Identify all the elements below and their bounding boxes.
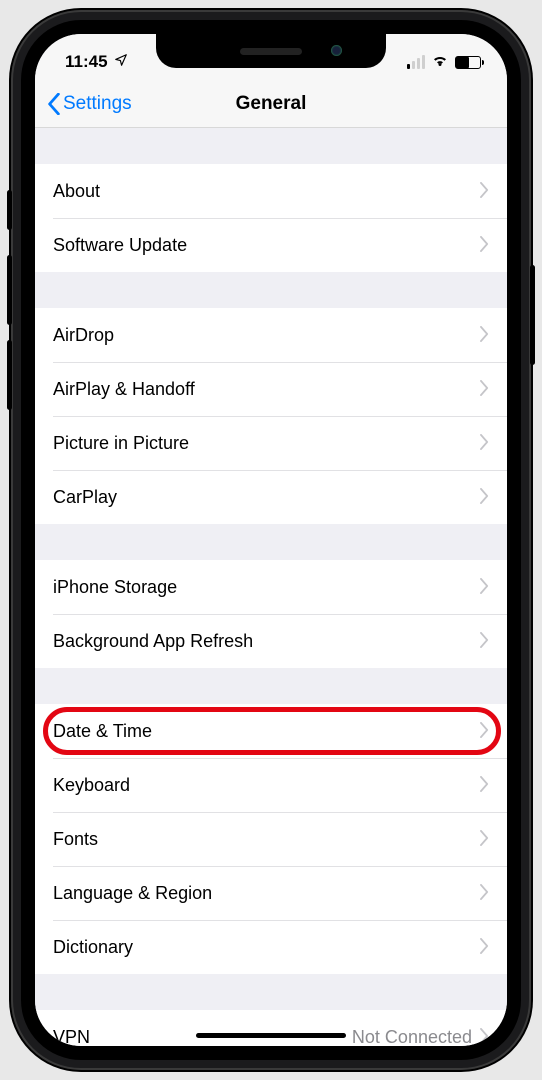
row-label: Background App Refresh xyxy=(53,631,253,652)
row-label: Fonts xyxy=(53,829,98,850)
mute-switch xyxy=(7,190,12,230)
cellular-signal-icon xyxy=(407,55,425,69)
chevron-right-icon xyxy=(480,628,489,654)
row-label: iPhone Storage xyxy=(53,577,177,598)
notch xyxy=(156,34,386,68)
battery-icon xyxy=(455,56,481,69)
settings-group: VPN Not Connected xyxy=(35,1010,507,1046)
chevron-right-icon xyxy=(480,430,489,456)
power-button xyxy=(530,265,535,365)
chevron-right-icon xyxy=(480,322,489,348)
location-icon xyxy=(114,52,128,72)
settings-list[interactable]: About Software Update AirDrop AirPlay & Han… xyxy=(35,128,507,1046)
row-picture-in-picture[interactable]: Picture in Picture xyxy=(35,416,507,470)
back-button[interactable]: Settings xyxy=(47,93,132,115)
chevron-right-icon xyxy=(480,484,489,510)
row-label: Picture in Picture xyxy=(53,433,189,454)
page-title: General xyxy=(236,93,307,115)
volume-up-button xyxy=(7,255,12,325)
row-airdrop[interactable]: AirDrop xyxy=(35,308,507,362)
chevron-right-icon xyxy=(480,376,489,402)
status-time: 11:45 xyxy=(65,52,108,72)
home-indicator[interactable] xyxy=(196,1033,346,1038)
row-label: Keyboard xyxy=(53,775,130,796)
row-label: Dictionary xyxy=(53,937,133,958)
row-iphone-storage[interactable]: iPhone Storage xyxy=(35,560,507,614)
row-label: AirDrop xyxy=(53,325,114,346)
row-vpn[interactable]: VPN Not Connected xyxy=(35,1010,507,1046)
chevron-right-icon xyxy=(480,772,489,798)
chevron-right-icon xyxy=(480,826,489,852)
row-detail: Not Connected xyxy=(352,1027,472,1047)
settings-group: AirDrop AirPlay & Handoff Picture in Pictu… xyxy=(35,308,507,524)
chevron-right-icon xyxy=(480,934,489,960)
speaker-grill xyxy=(240,48,302,55)
phone-frame: 11:45 xyxy=(11,10,531,1070)
row-date-time[interactable]: Date & Time xyxy=(35,704,507,758)
navigation-bar: Settings General xyxy=(35,80,507,128)
row-label: Software Update xyxy=(53,235,187,256)
chevron-right-icon xyxy=(480,574,489,600)
chevron-right-icon xyxy=(480,232,489,258)
row-carplay[interactable]: CarPlay xyxy=(35,470,507,524)
chevron-right-icon xyxy=(480,178,489,204)
row-label: About xyxy=(53,181,100,202)
back-label: Settings xyxy=(63,93,132,115)
row-about[interactable]: About xyxy=(35,164,507,218)
chevron-right-icon xyxy=(480,1024,489,1046)
row-keyboard[interactable]: Keyboard xyxy=(35,758,507,812)
settings-group: Date & Time Keyboard Fonts Language & Regio… xyxy=(35,704,507,974)
chevron-left-icon xyxy=(47,93,61,115)
volume-down-button xyxy=(7,340,12,410)
row-label: VPN xyxy=(53,1027,90,1047)
chevron-right-icon xyxy=(480,718,489,744)
row-language-region[interactable]: Language & Region xyxy=(35,866,507,920)
settings-group: About Software Update xyxy=(35,164,507,272)
settings-group: iPhone Storage Background App Refresh xyxy=(35,560,507,668)
row-label: Date & Time xyxy=(53,721,152,742)
row-label: AirPlay & Handoff xyxy=(53,379,195,400)
row-background-app-refresh[interactable]: Background App Refresh xyxy=(35,614,507,668)
row-airplay-handoff[interactable]: AirPlay & Handoff xyxy=(35,362,507,416)
row-dictionary[interactable]: Dictionary xyxy=(35,920,507,974)
chevron-right-icon xyxy=(480,880,489,906)
screen: 11:45 xyxy=(35,34,507,1046)
front-camera xyxy=(331,45,342,56)
wifi-icon xyxy=(431,52,449,72)
row-label: CarPlay xyxy=(53,487,117,508)
row-software-update[interactable]: Software Update xyxy=(35,218,507,272)
row-fonts[interactable]: Fonts xyxy=(35,812,507,866)
row-label: Language & Region xyxy=(53,883,212,904)
